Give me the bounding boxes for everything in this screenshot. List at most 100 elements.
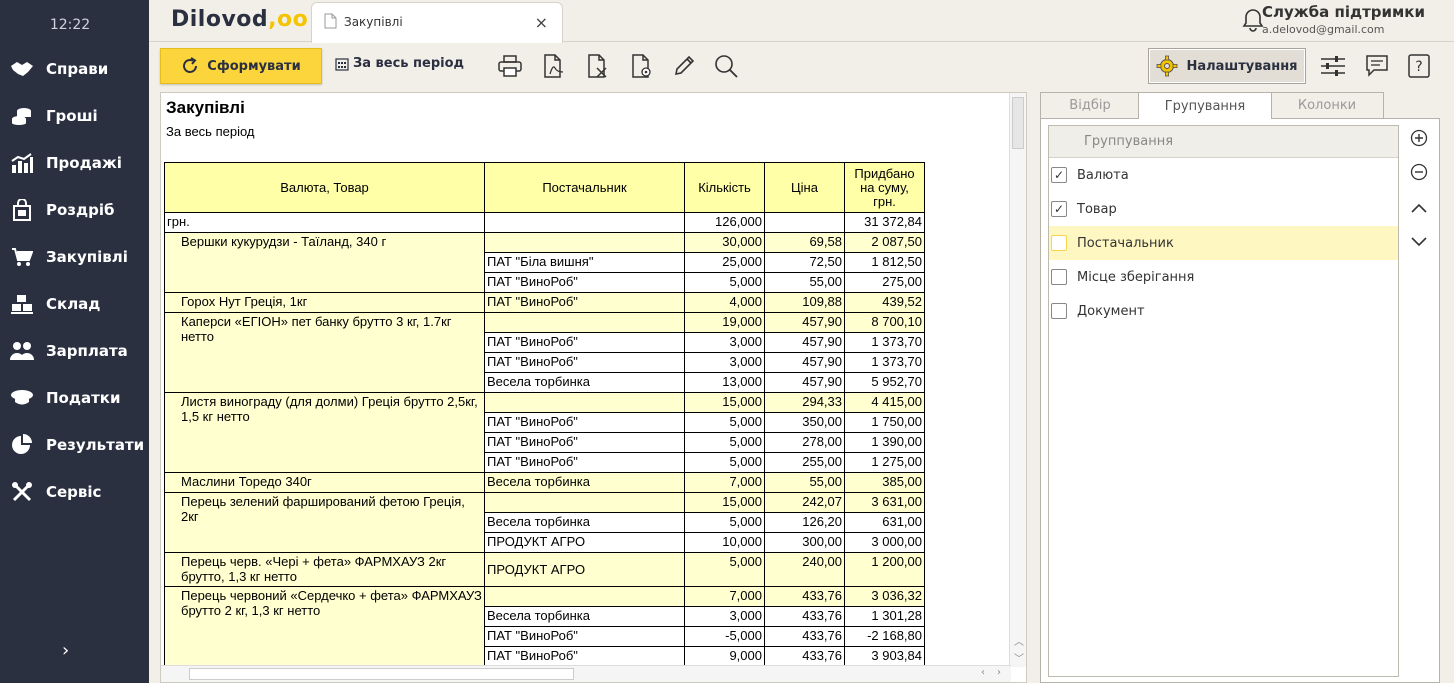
handshake-icon <box>10 57 34 81</box>
search-icon[interactable] <box>712 52 740 80</box>
move-up-icon[interactable] <box>1408 197 1430 219</box>
tab-vidbir[interactable]: Відбір <box>1040 92 1140 118</box>
tab-kolonky[interactable]: Колонки <box>1270 92 1384 118</box>
grouping-checkbox[interactable] <box>1051 303 1067 319</box>
supplier-cell: ПАТ "ВиноРоб" <box>484 626 685 647</box>
supplier-cell: Весела торбинка <box>484 512 685 533</box>
support-name: Служба підтримки <box>1261 3 1425 21</box>
sliders-icon[interactable] <box>1319 52 1347 80</box>
sum-cell: 4 415,00 <box>844 392 925 413</box>
period-button[interactable]: За весь період <box>335 56 464 71</box>
grouping-checkbox[interactable] <box>1051 167 1067 183</box>
nav-label: Продажі <box>46 154 122 172</box>
nav-item-podatky[interactable]: Податки <box>10 383 148 413</box>
supplier-cell <box>484 392 685 413</box>
sum-cell: 1 373,70 <box>844 352 925 373</box>
price-cell: 55,00 <box>764 472 845 493</box>
scroll-left-icon[interactable]: ‹ <box>981 667 985 678</box>
bell-icon[interactable] <box>1242 8 1264 36</box>
edit-pencil-icon[interactable] <box>670 52 698 80</box>
grouping-list-header: Группування <box>1049 126 1398 158</box>
quantity-cell: 15,000 <box>684 392 765 413</box>
supplier-cell: Весела торбинка <box>484 372 685 393</box>
price-cell: 350,00 <box>764 412 845 433</box>
nav-item-sklad[interactable]: Склад <box>10 289 148 319</box>
grouping-item[interactable]: Документ <box>1049 294 1398 328</box>
clock: 12:22 <box>49 17 91 33</box>
pie-chart-icon <box>10 433 34 457</box>
grouping-checkbox[interactable] <box>1051 201 1067 217</box>
nav-item-servis[interactable]: Сервіс <box>10 477 148 507</box>
quantity-cell: 5,000 <box>684 432 765 453</box>
form-report-button[interactable]: Сформувати <box>160 48 322 84</box>
remove-icon[interactable] <box>1408 161 1430 183</box>
grouping-item[interactable]: Постачальник <box>1049 226 1398 260</box>
scroll-up-icon[interactable]: ︿ <box>1014 633 1024 648</box>
price-cell: 109,88 <box>764 292 845 313</box>
document-settings-icon[interactable] <box>628 52 656 80</box>
grouping-checkbox[interactable] <box>1051 269 1067 285</box>
column-header: Придбано на суму, грн. <box>844 162 925 213</box>
chat-icon[interactable] <box>1363 52 1391 80</box>
price-cell: 69,58 <box>764 232 845 253</box>
grouping-item[interactable]: Товар <box>1049 192 1398 226</box>
nav-label: Результати <box>46 436 145 454</box>
quantity-cell: 7,000 <box>684 586 765 607</box>
grouping-item-label: Валюта <box>1077 167 1129 183</box>
quantity-cell: 3,000 <box>684 606 765 627</box>
nav-item-rozdrib[interactable]: Роздріб <box>10 195 148 225</box>
scroll-right-icon[interactable]: › <box>997 667 1001 678</box>
sum-cell: 1 275,00 <box>844 452 925 473</box>
settings-button[interactable]: Налаштування <box>1148 48 1306 84</box>
supplier-cell: ПРОДУКТ АГРО <box>484 532 685 553</box>
sidebar-expand-chevron-icon[interactable]: › <box>62 640 69 661</box>
nav-item-zakupivli[interactable]: Закупівлі <box>10 242 148 272</box>
supplier-cell: ПАТ "ВиноРоб" <box>484 646 685 667</box>
price-cell: 433,76 <box>764 626 845 647</box>
move-down-icon[interactable] <box>1408 231 1430 253</box>
price-cell: 72,50 <box>764 252 845 273</box>
supplier-cell: ПАТ "ВиноРоб" <box>484 332 685 353</box>
sum-cell: 275,00 <box>844 272 925 293</box>
period-button-label: За весь період <box>353 56 465 71</box>
pdf-export-icon[interactable] <box>540 52 568 80</box>
sum-cell: 1 812,50 <box>844 252 925 273</box>
settings-button-label: Налаштування <box>1186 58 1298 74</box>
vertical-scroll-thumb[interactable] <box>1012 97 1024 149</box>
supplier-cell <box>484 312 685 333</box>
quantity-cell: 19,000 <box>684 312 765 333</box>
supplier-cell: ПАТ "ВиноРоб" <box>484 272 685 293</box>
nav-item-rezultaty[interactable]: Результати <box>10 430 148 460</box>
sum-cell: 2 087,50 <box>844 232 925 253</box>
quantity-cell: -5,000 <box>684 626 765 647</box>
document-tab[interactable]: Закупівлі × <box>311 2 563 43</box>
tab-hrupuvannia[interactable]: Групування <box>1138 92 1272 119</box>
scroll-down-icon[interactable]: ﹀ <box>1014 650 1024 665</box>
quantity-cell: 7,000 <box>684 472 765 493</box>
nav-item-spravy[interactable]: Справи <box>10 54 148 84</box>
refresh-icon <box>183 57 198 73</box>
table-row: Маслини Торедо 340г Весела торбинка 7,000 5… <box>164 472 925 493</box>
close-tab-icon[interactable]: × <box>535 13 548 32</box>
nav-item-prodazhi[interactable]: Продажі <box>10 148 148 178</box>
help-icon[interactable]: ? <box>1405 52 1433 80</box>
excel-export-icon[interactable] <box>584 52 612 80</box>
quantity-cell: 4,000 <box>684 292 765 313</box>
shopping-bag-icon <box>10 198 34 222</box>
nav-item-groshi[interactable]: Гроші <box>10 101 148 131</box>
print-icon[interactable] <box>496 52 524 80</box>
grouping-item[interactable]: Валюта <box>1049 158 1398 192</box>
calendar-icon <box>335 57 349 71</box>
horizontal-scrollbar[interactable]: ‹ › <box>161 665 1011 682</box>
vertical-scrollbar[interactable]: ︿ ﹀ <box>1009 93 1026 667</box>
grouping-item[interactable]: Місце зберігання <box>1049 260 1398 294</box>
nav-item-zarplata[interactable]: Зарплата <box>10 336 148 366</box>
horizontal-scroll-thumb[interactable] <box>189 668 574 680</box>
grouping-checkbox[interactable] <box>1051 235 1067 251</box>
row-name-cell: Листя винограду (для долми) Греція брутт… <box>164 392 485 473</box>
row-name-cell: Горох Нут Греція, 1кг <box>164 292 485 313</box>
support-block[interactable]: Служба підтримки a.delovod@gmail.com <box>1262 3 1425 36</box>
nav-label: Податки <box>46 389 121 407</box>
add-icon[interactable] <box>1408 127 1430 149</box>
nav-label: Сервіс <box>46 483 102 501</box>
